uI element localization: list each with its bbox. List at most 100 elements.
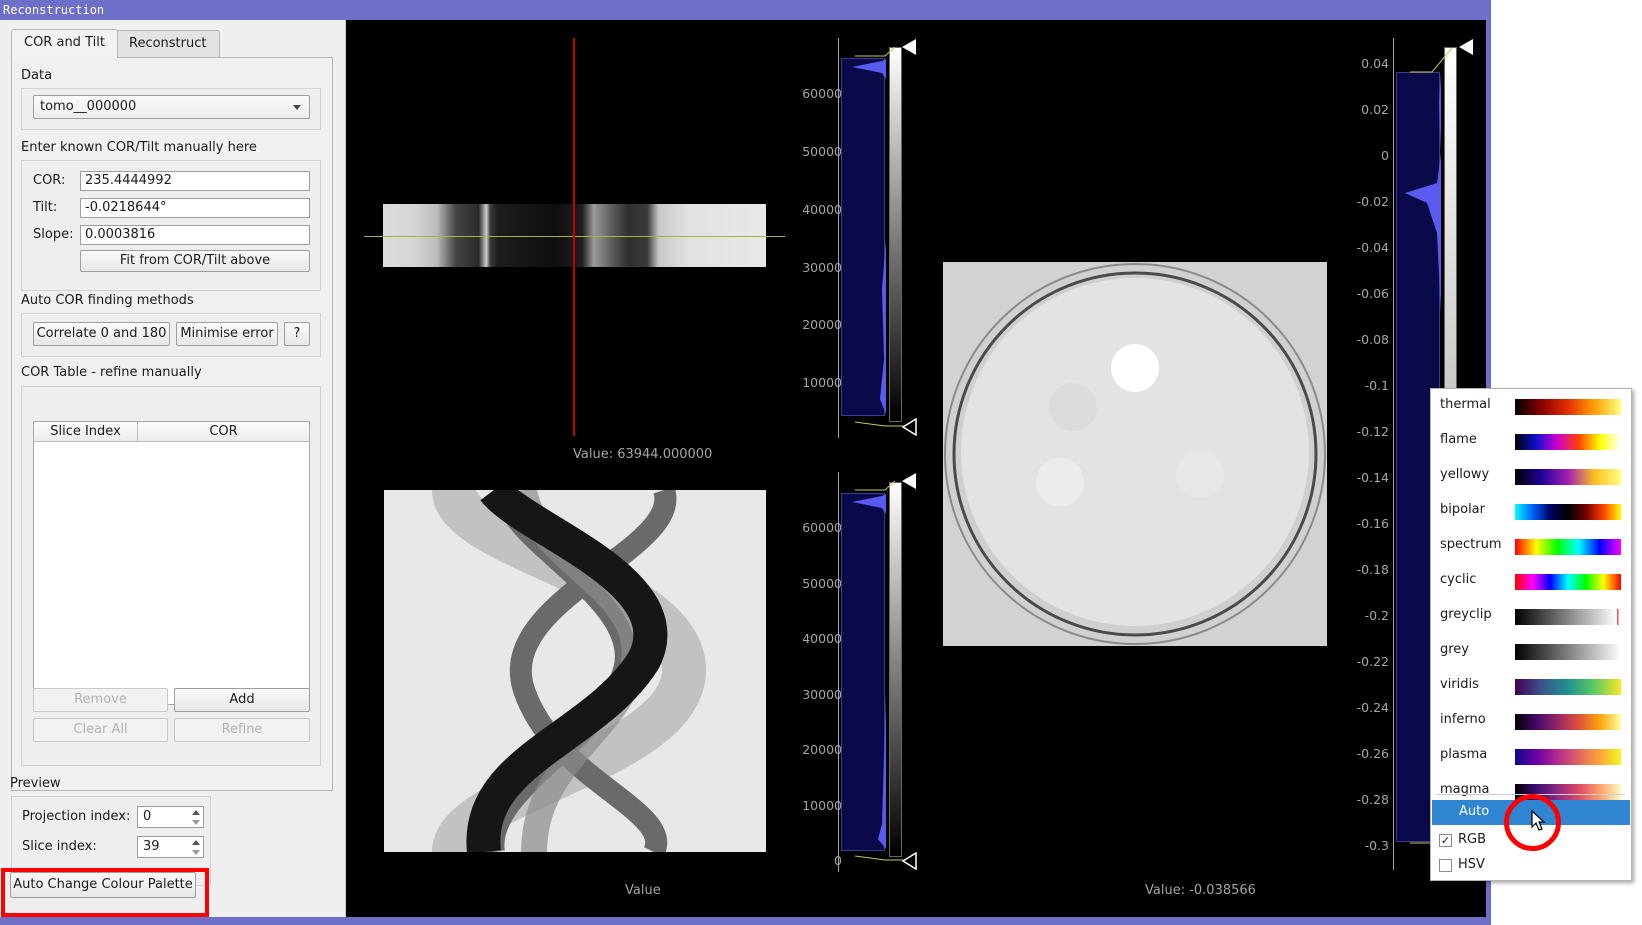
sinogram-image[interactable] [384, 490, 766, 852]
cor-input[interactable]: 235.4444992 [80, 171, 310, 191]
menu-item-grey[interactable]: grey [1431, 634, 1631, 668]
menu-item-label: HSV [1458, 857, 1485, 872]
highlight-annotation-circle [1504, 794, 1561, 851]
menu-item-spectrum[interactable]: spectrum [1431, 529, 1631, 563]
level-min-handle-icon[interactable] [901, 417, 918, 440]
spin-down-icon[interactable] [191, 818, 201, 827]
data-section-label: Data [21, 68, 53, 83]
menu-item-greyclip[interactable]: greyclip [1431, 599, 1631, 633]
preview-section-label: Preview [10, 776, 61, 791]
menu-item-cyclic[interactable]: cyclic [1431, 564, 1631, 598]
tilt-input[interactable]: -0.0218644° [80, 198, 310, 218]
menu-item-label: thermal [1440, 397, 1491, 412]
menu-item-label: greyclip [1440, 607, 1492, 622]
spin-down-icon[interactable] [191, 848, 201, 857]
reconstruction-axis-line [1393, 38, 1394, 870]
refine-button[interactable]: Refine [174, 718, 310, 742]
spin-up-icon[interactable] [191, 808, 201, 817]
tab-reconstruct[interactable]: Reconstruct [116, 30, 220, 57]
cor-table[interactable]: Slice Index COR [33, 421, 310, 705]
menu-item-label: yellowy [1440, 467, 1490, 482]
level-max-handle-icon[interactable] [902, 39, 916, 55]
window-title: Reconstruction [0, 0, 1491, 20]
projection-index-value: 0 [143, 809, 152, 824]
axis-tick-label: 50000 [802, 576, 842, 591]
projection-index-label: Projection index: [22, 809, 131, 824]
axis-tick-label: 30000 [802, 260, 842, 275]
level-max-handle-icon[interactable] [902, 473, 916, 489]
palette-swatch [1515, 714, 1621, 730]
sinogram-value-readout: Value [625, 883, 661, 898]
axis-tick-label: -0.24 [1356, 700, 1389, 715]
clear-all-button[interactable]: Clear All [33, 718, 168, 742]
cor-table-section-label: COR Table - refine manually [21, 365, 202, 380]
auto-cor-section-label: Auto COR finding methods [21, 293, 194, 308]
slope-label: Slope: [33, 227, 74, 242]
menu-item-label: flame [1440, 432, 1477, 447]
menu-item-inferno[interactable]: inferno [1431, 704, 1631, 738]
tab-cor-and-tilt[interactable]: COR and Tilt [11, 29, 118, 58]
axis-tick-label: -0.22 [1356, 654, 1389, 669]
palette-swatch [1515, 679, 1621, 695]
menu-item-thermal[interactable]: thermal [1431, 389, 1631, 423]
axis-tick-label: 60000 [802, 520, 842, 535]
axis-tick-label: -0.16 [1356, 516, 1389, 531]
menu-item-label: Auto [1459, 804, 1490, 819]
highlight-annotation-rect [1, 868, 209, 917]
reconstruction-image[interactable] [943, 262, 1327, 646]
manual-section-label: Enter known COR/Tilt manually here [21, 140, 257, 155]
palette-swatch [1515, 609, 1621, 625]
menu-item-label: spectrum [1440, 537, 1502, 552]
dataset-combo[interactable]: tomo__000000 [33, 95, 310, 119]
correlate-button[interactable]: Correlate 0 and 180 [33, 322, 170, 346]
axis-tick-label: -0.14 [1356, 470, 1389, 485]
sinogram-level-lines [855, 480, 905, 861]
palette-swatch [1515, 749, 1621, 765]
palette-swatch [1515, 504, 1621, 520]
palette-swatch [1515, 399, 1621, 415]
spin-up-icon[interactable] [191, 838, 201, 847]
axis-tick-label: -0.26 [1356, 746, 1389, 761]
projection-value-readout: Value: 63944.000000 [573, 447, 713, 462]
hsv-checkbox[interactable] [1439, 859, 1452, 872]
column-header-slice-index[interactable]: Slice Index [34, 422, 138, 442]
rgb-checkbox[interactable]: ✓ [1439, 834, 1452, 847]
menu-item-label: grey [1440, 642, 1470, 657]
menu-item-bipolar[interactable]: bipolar [1431, 494, 1631, 528]
projection-level-lines [855, 46, 905, 427]
axis-tick-label: 60000 [802, 86, 842, 101]
chevron-down-icon [293, 105, 301, 110]
tilt-label: Tilt: [33, 200, 58, 215]
menu-item-viridis[interactable]: viridis [1431, 669, 1631, 703]
reconstruction-value-readout: Value: -0.038566 [1145, 883, 1256, 898]
slope-input[interactable]: 0.0003816 [80, 225, 310, 245]
slice-index-spinbox[interactable]: 39 [137, 836, 204, 858]
column-header-cor[interactable]: COR [138, 422, 309, 442]
level-min-handle-icon[interactable] [901, 851, 918, 874]
menu-item-hsv[interactable]: HSV [1431, 854, 1631, 878]
remove-button[interactable]: Remove [33, 688, 168, 712]
axis-tick-label: 50000 [802, 144, 842, 159]
projection-axis-line [838, 38, 839, 438]
help-button[interactable]: ? [284, 322, 310, 346]
axis-tick-label: 20000 [802, 742, 842, 757]
axis-tick-label: -0.18 [1356, 562, 1389, 577]
add-button[interactable]: Add [174, 688, 310, 712]
minimise-error-button[interactable]: Minimise error [176, 322, 278, 346]
menu-item-yellowy[interactable]: yellowy [1431, 459, 1631, 493]
menu-item-flame[interactable]: flame [1431, 424, 1631, 458]
fit-from-cor-tilt-button[interactable]: Fit from COR/Tilt above [80, 250, 310, 272]
axis-tick-label: -0.02 [1356, 194, 1389, 209]
axis-tick-label: 0.04 [1361, 56, 1389, 71]
window-border-bottom [0, 917, 1491, 925]
projection-vertical-line[interactable] [573, 38, 575, 436]
menu-item-label: RGB [1458, 832, 1487, 847]
axis-tick-label: 30000 [802, 687, 842, 702]
axis-tick-label: 0.02 [1361, 102, 1389, 117]
level-max-handle-icon[interactable] [1459, 39, 1473, 55]
axis-tick-label: -0.1 [1364, 378, 1389, 393]
axis-tick-label: 0 [782, 853, 842, 868]
projection-index-spinbox[interactable]: 0 [137, 806, 204, 828]
menu-item-plasma[interactable]: plasma [1431, 739, 1631, 773]
axis-tick-label: 0 [1381, 148, 1389, 163]
